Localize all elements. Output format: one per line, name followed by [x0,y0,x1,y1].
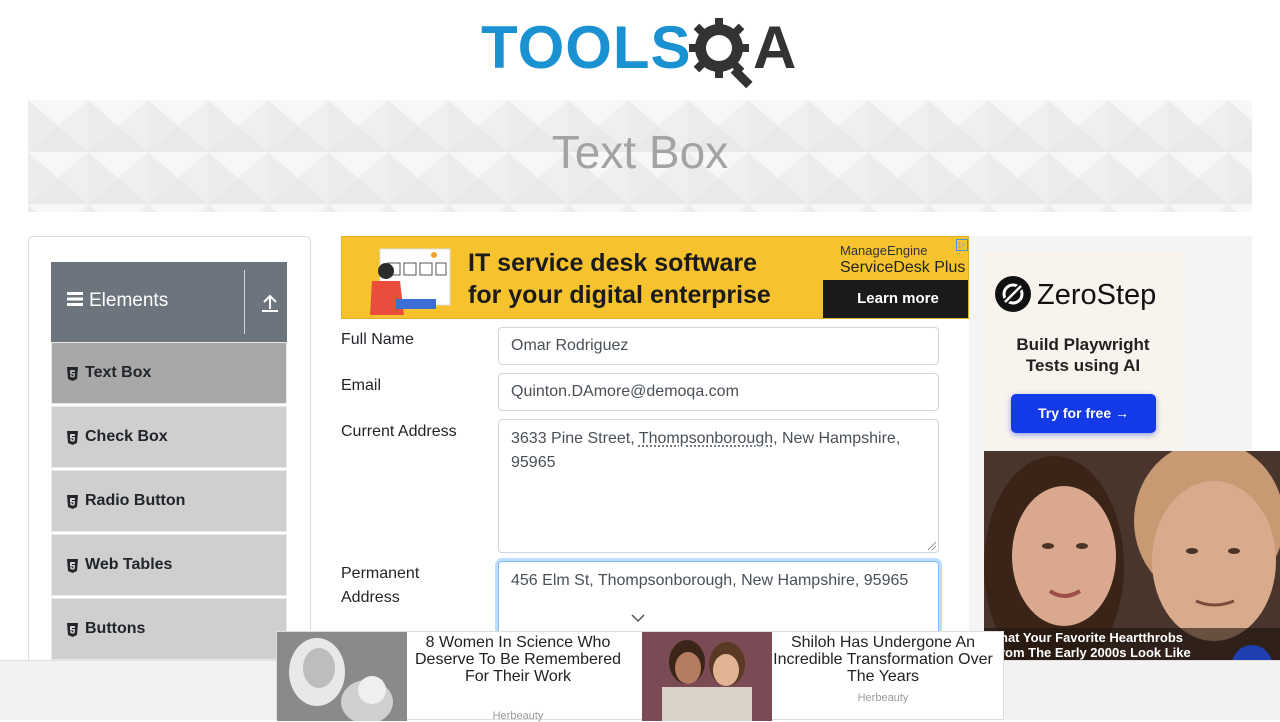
story2-image [642,632,772,721]
html5-icon [67,431,78,445]
sidebar-item-label: Buttons [85,620,146,637]
tagline-line2: Tests using AI [1025,356,1141,375]
spellcheck-word: Thompsonborough [638,430,774,447]
site-header: TOOLS A [0,0,1280,100]
elements-group-header[interactable]: Elements [51,262,287,342]
sidebar-item-radio-button[interactable]: Radio Button [51,470,287,532]
gear-magnifier-icon [689,18,753,89]
ad-headline-line1: IT service desk software [468,249,758,277]
story1-source: Herbeauty [492,710,544,722]
sidebar-item-text-box[interactable]: Text Box [51,342,287,404]
zerostep-tagline: Build Playwright Tests using AI [983,334,1183,376]
story1-thumbnail[interactable] [277,632,407,721]
resize-grip-icon[interactable] [928,542,936,550]
current-address-text: 3633 Pine Street, [511,430,639,447]
story1-title[interactable]: 8 Women In Science Who Deserve To Be Rem… [407,634,629,685]
sidebar-item-label: Text Box [85,364,152,381]
ad-headline-line2: for your digital enterprise [468,281,771,309]
top-ad-banner[interactable]: IT service desk software for your digita… [341,236,969,319]
email-label: Email [341,377,382,394]
group-title: Elements [89,290,169,311]
story1-image [277,632,407,721]
sidebar-item-label: Radio Button [85,492,186,509]
celebrity-story-ad[interactable]: hat Your Favorite Heartthrobs rom The Ea… [984,451,1280,660]
html5-icon [67,495,78,509]
learn-more-button[interactable]: Learn more [823,280,968,318]
permanent-address-textarea[interactable]: 456 Elm St, Thompsonborough, New Hampshi… [498,561,939,641]
html5-icon [67,367,78,381]
divider [244,270,245,334]
permanent-label-line1: Permanent [341,565,420,582]
full-name-label: Full Name [341,331,414,348]
tagline-line1: Build Playwright [1016,335,1150,354]
full-name-input[interactable]: Omar Rodriguez [498,327,939,365]
html5-icon [67,559,78,573]
story2-thumbnail[interactable] [642,632,772,721]
permanent-label-line2: Address [341,589,400,606]
collapse-arrow-icon[interactable] [261,293,279,313]
logo-suffix: A [753,14,797,81]
sidebar-item-buttons[interactable]: Buttons [51,598,287,660]
sidebar-item-check-box[interactable]: Check Box [51,406,287,468]
zerostep-logo-icon [995,276,1031,312]
zerostep-ad[interactable]: ZeroStep Build Playwright Tests using AI… [983,252,1183,449]
story2-title[interactable]: Shiloh Has Undergone An Incredible Trans… [772,634,994,685]
try-for-free-button[interactable]: Try for free → [1011,394,1156,433]
sidebar-item-label: Check Box [85,428,168,445]
current-address-textarea[interactable]: 3633 Pine Street, Thompsonborough, New H… [498,419,939,553]
toolsqa-logo[interactable]: TOOLS A [481,16,803,90]
story2-source: Herbeauty [857,692,909,704]
ad-brand: ManageEngine [840,243,928,258]
logo-text: TOOLS [481,14,692,81]
caption-line1: hat Your Favorite Heartthrobs [1000,630,1183,645]
email-input[interactable]: Quinton.DAmore@demoqa.com [498,373,939,411]
current-address-label: Current Address [341,423,457,440]
hamburger-icon [67,292,83,306]
ad-product: ServiceDesk Plus [840,259,966,276]
sidebar: Elements Text Box Check Box Radio Button… [28,236,311,720]
adchoices-icon[interactable]: ▷ [956,239,968,251]
chevron-down-icon[interactable] [631,613,645,623]
permanent-address-label: Permanent Address [341,562,419,610]
sidebar-item-web-tables[interactable]: Web Tables [51,534,287,596]
ad-illustration [370,248,451,315]
html5-icon [67,623,78,637]
bottom-native-ad: 8 Women In Science Who Deserve To Be Rem… [276,631,1004,722]
sidebar-item-label: Web Tables [85,556,173,573]
ad-headline: IT service desk software for your digita… [468,247,771,311]
zerostep-brand: ZeroStep [1037,279,1157,311]
page-title: Text Box [551,126,729,178]
